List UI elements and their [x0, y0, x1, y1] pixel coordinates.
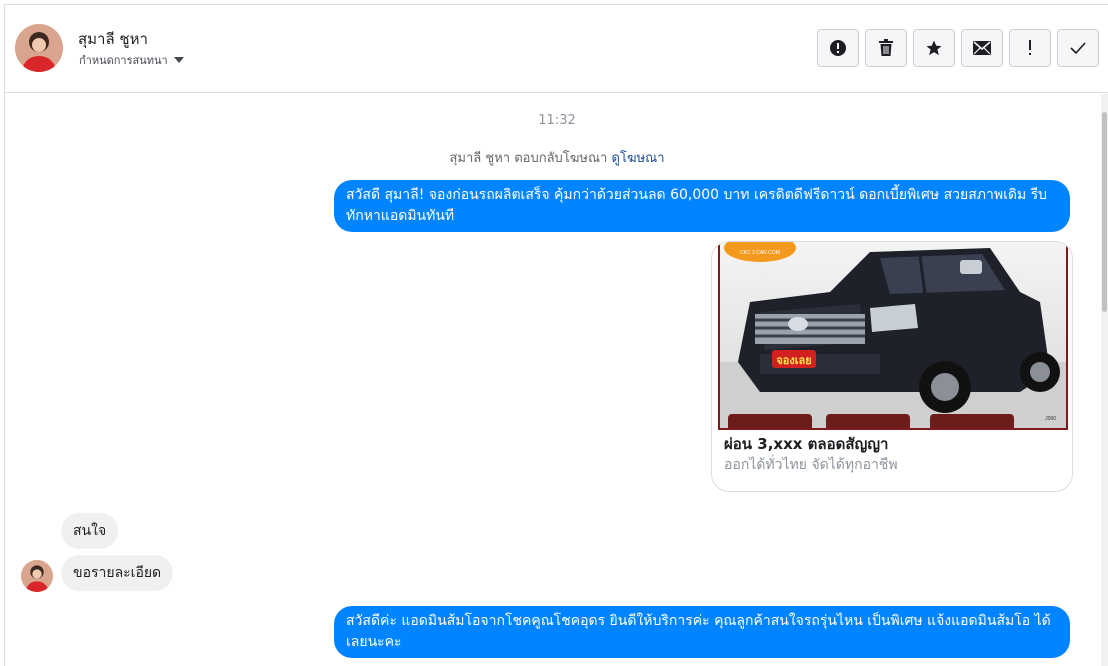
- incoming-message: ขอรายละเอียด: [61, 555, 174, 591]
- ad-car-image[interactable]: CKC 2 CAR.COM จองเลย J090: [718, 242, 1068, 430]
- ad-logo-text: CKC 2 CAR.COM: [740, 250, 780, 256]
- outgoing-message: สวัสดี สุมาลี! จองก่อนรถผลิตเสร็จ คุ้มกว…: [334, 180, 1070, 232]
- incoming-message: สนใจ: [61, 513, 119, 549]
- mark-unread-button[interactable]: [961, 29, 1003, 67]
- ad-reply-notice: สุมาลี ชูหา ตอบกลับโฆษณา ดูโฆษณา: [5, 147, 1102, 168]
- ad-badge-text: จองเลย: [776, 354, 811, 367]
- view-ad-link[interactable]: ดูโฆษณา: [612, 151, 665, 166]
- scroll-thumb[interactable]: [1102, 112, 1107, 312]
- follow-up-button[interactable]: [1009, 29, 1051, 67]
- conversation-header: สุมาลี ชูหา กำหนดการสนทนา: [5, 5, 1108, 93]
- avatar[interactable]: [21, 560, 53, 592]
- caret-down-icon: [173, 57, 184, 63]
- envelope-icon: [973, 41, 991, 55]
- svg-text:J090: J090: [1045, 416, 1056, 422]
- star-button[interactable]: [913, 29, 955, 67]
- header-actions: [817, 29, 1099, 67]
- mark-as-spam-button[interactable]: [817, 29, 859, 67]
- thread-scrollbar[interactable]: [1101, 94, 1108, 666]
- ad-subtitle: ออกได้ทั่วไทย จัดได้ทุกอาชีพ: [724, 457, 898, 473]
- delete-button[interactable]: [865, 29, 907, 67]
- ad-title: ผ่อน 3,xxx ตลอดสัญญา: [724, 435, 889, 453]
- assign-label: กำหนดการสนทนา: [79, 54, 168, 67]
- message-timestamp: 11:32: [538, 113, 576, 128]
- ad-reply-text: สุมาลี ชูหา ตอบกลับโฆษณา: [449, 151, 608, 166]
- contact-name[interactable]: สุมาลี ชูหา: [78, 27, 148, 51]
- messenger-window: สุมาลี ชูหา กำหนดการสนทนา 11:32 สุมาลี ช…: [4, 4, 1108, 666]
- star-icon: [926, 40, 942, 56]
- exclamation-icon: [1029, 40, 1031, 55]
- alert-circle-icon: [830, 40, 846, 56]
- message-thread: 11:32 สุมาลี ชูหา ตอบกลับโฆษณา ดูโฆษณา ส…: [5, 94, 1102, 666]
- checkmark-icon: [1070, 42, 1086, 54]
- trash-icon: [879, 39, 893, 56]
- outgoing-message: สวัสดีค่ะ แอดมินส้มโอจากโชคคูณโชคอุดร ยิ…: [334, 606, 1070, 658]
- mark-done-button[interactable]: [1057, 29, 1099, 67]
- ad-attachment-card[interactable]: CKC 2 CAR.COM จองเลย J090 ผ่อน 3,xxx ตลอ…: [711, 241, 1073, 492]
- assign-conversation-dropdown[interactable]: กำหนดการสนทนา: [79, 51, 184, 69]
- avatar[interactable]: [15, 24, 63, 72]
